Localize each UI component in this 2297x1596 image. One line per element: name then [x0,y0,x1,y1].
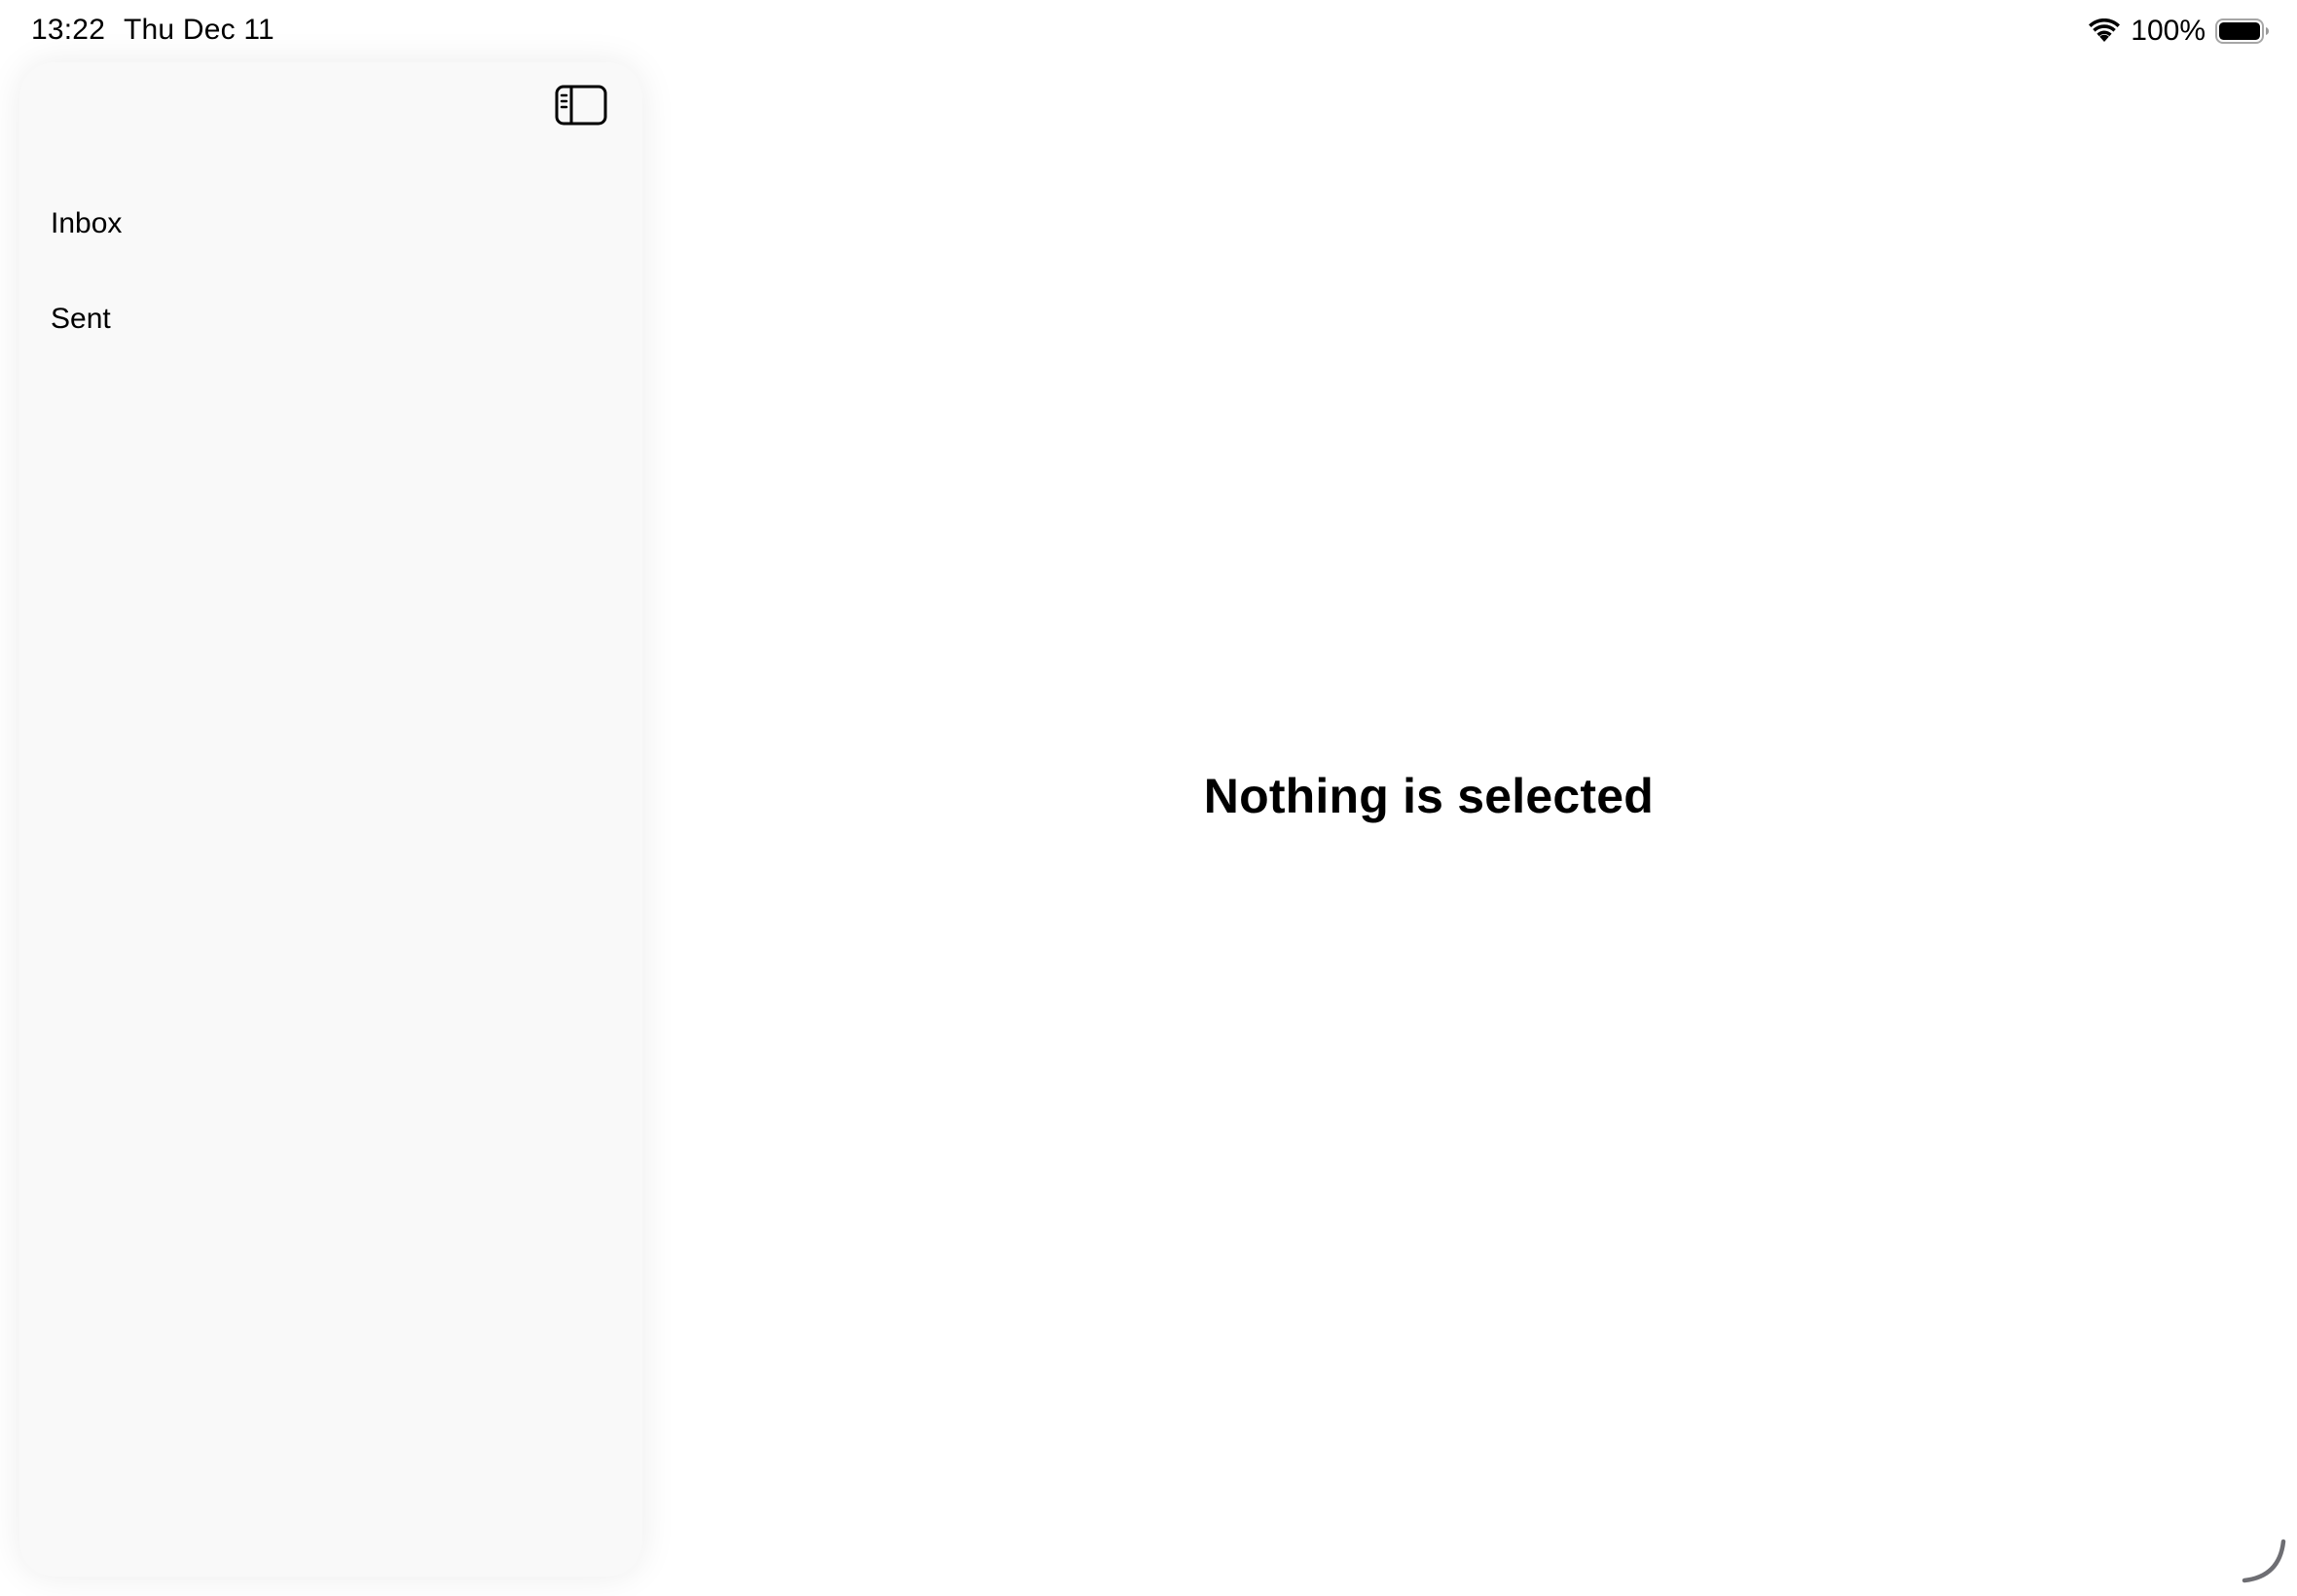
sidebar-list: Inbox Sent [19,175,642,366]
sidebar: Inbox Sent [19,62,642,1577]
status-indicators: 100% [2088,14,2270,49]
sidebar-item-inbox[interactable]: Inbox [19,175,642,271]
status-date: Thu Dec 11 [124,14,274,46]
empty-state-message: Nothing is selected [1203,769,1654,823]
sidebar-item-label: Sent [51,303,111,335]
sidebar-item-sent[interactable]: Sent [19,271,642,366]
sidebar-item-label: Inbox [51,207,123,239]
battery-percentage: 100% [2131,15,2206,47]
detail-pane: Nothing is selected [642,62,2297,1596]
resize-handle-icon[interactable] [2241,1538,2287,1584]
wifi-icon [2089,18,2121,42]
battery-icon [2215,18,2269,44]
sidebar-toggle-button[interactable] [555,84,607,127]
status-time: 13:22 [31,14,106,46]
sidebar-toggle-icon [555,85,607,126]
status-bar: 13:22 Thu Dec 11 100% [0,0,2297,62]
